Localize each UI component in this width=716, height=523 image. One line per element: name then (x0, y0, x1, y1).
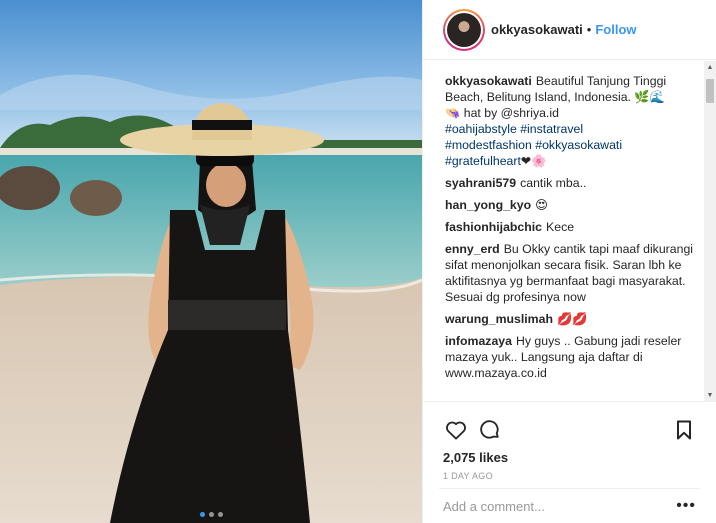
comment-username[interactable]: warung_muslimah (445, 312, 553, 326)
likes-count[interactable]: 2,075 likes (439, 450, 701, 465)
scroll-up-arrow-icon[interactable]: ▲ (704, 61, 716, 73)
more-options-icon[interactable]: ••• (672, 497, 700, 515)
comment-button[interactable] (473, 413, 507, 447)
caption: okkyasokawati Beautiful Tanjung Tinggi Be… (445, 73, 697, 169)
caption-hat-line: 👒 hat by @shriya.id (445, 106, 559, 120)
comments-scrollbar[interactable]: ▲ ▼ (704, 61, 716, 401)
bookmark-icon (677, 420, 691, 440)
follow-button[interactable]: Follow (595, 22, 636, 37)
username-link[interactable]: okkyasokawati (491, 22, 583, 37)
carousel-dot[interactable] (208, 512, 214, 517)
comment-text: 😍 (535, 198, 548, 212)
heart-icon (446, 421, 466, 440)
avatar[interactable] (443, 8, 485, 51)
caption-emoji: ❤🌸 (520, 154, 547, 168)
list-item: fashionhijabchic Kece (445, 219, 697, 235)
caption-username[interactable]: okkyasokawati (445, 74, 532, 88)
avatar-image (447, 12, 481, 47)
hashtag-link[interactable]: #oahijabstyle (445, 122, 517, 136)
list-item: warung_muslimah 💋💋 (445, 311, 697, 327)
carousel-dot[interactable] (217, 512, 223, 517)
comment-text: Kece (546, 220, 575, 234)
list-item: enny_erd Bu Okky cantik tapi maaf dikuran… (445, 241, 697, 305)
comment-username[interactable]: syahrani579 (445, 176, 516, 190)
comment-username[interactable]: han_yong_kyo (445, 198, 531, 212)
post-timestamp[interactable]: 1 DAY AGO (439, 471, 701, 481)
scroll-down-arrow-icon[interactable]: ▼ (704, 389, 716, 401)
hashtag-link[interactable]: #instatravel (520, 122, 583, 136)
comment-username[interactable]: fashionhijabchic (445, 220, 542, 234)
comment-text: 💋💋 (556, 312, 588, 326)
post-side-panel: okkyasokawati • Follow okkyasokawati Beau… (422, 0, 716, 523)
list-item: infomazaya Hy guys .. Gabung jadi reseler… (445, 333, 697, 381)
list-item: han_yong_kyo 😍 (445, 197, 697, 213)
hashtag-link[interactable]: #modestfashion (445, 138, 532, 152)
hashtag-link[interactable]: #okkyasokawati (535, 138, 622, 152)
comment-bubble-icon (480, 420, 499, 439)
add-comment-bar: ••• (439, 488, 700, 523)
add-comment-input[interactable] (439, 498, 673, 514)
beach-photo-image (0, 0, 422, 523)
comments-list: okkyasokawati Beautiful Tanjung Tinggi Be… (423, 61, 711, 401)
action-icons (439, 410, 701, 450)
comment-text: cantik mba.. (520, 176, 587, 190)
scrollbar-thumb[interactable] (706, 79, 714, 103)
post-header: okkyasokawati • Follow (423, 0, 716, 60)
post-actions: 2,075 likes 1 DAY AGO (423, 401, 716, 481)
instagram-post: okkyasokawati • Follow okkyasokawati Beau… (0, 0, 716, 523)
hashtag-link[interactable]: #gratefulheart (445, 154, 521, 168)
comment-username[interactable]: enny_erd (445, 242, 500, 256)
carousel-dot[interactable] (199, 512, 205, 517)
like-button[interactable] (439, 413, 473, 447)
save-button[interactable] (667, 413, 701, 447)
carousel-dots (0, 512, 422, 517)
list-item: syahrani579 cantik mba.. (445, 175, 697, 191)
separator: • (586, 22, 592, 37)
comment-username[interactable]: infomazaya (445, 334, 512, 348)
post-photo[interactable] (0, 0, 422, 523)
avatar-frame (445, 10, 483, 49)
